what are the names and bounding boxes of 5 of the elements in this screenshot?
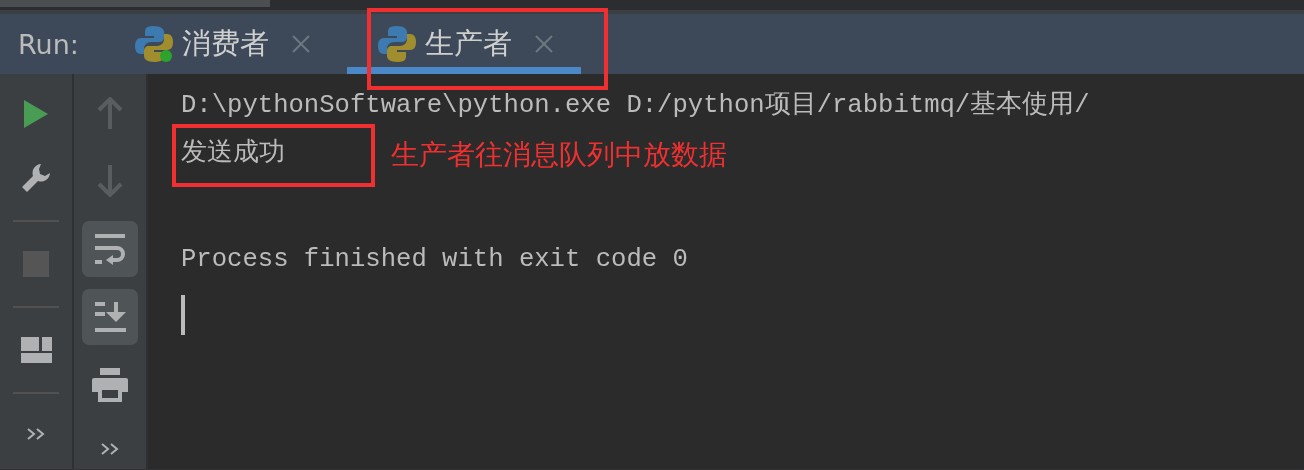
- run-tab[interactable]: 消费者: [135, 14, 340, 74]
- annotation-text: 生产者往消息队列中放数据: [391, 137, 727, 173]
- console-line: Process finished with exit code 0: [181, 244, 688, 274]
- console-line: D:\pythonSoftware\python.exe D:/python项目/rabbitmq/基本使用/: [181, 89, 1090, 121]
- run-label: Run:: [18, 28, 80, 60]
